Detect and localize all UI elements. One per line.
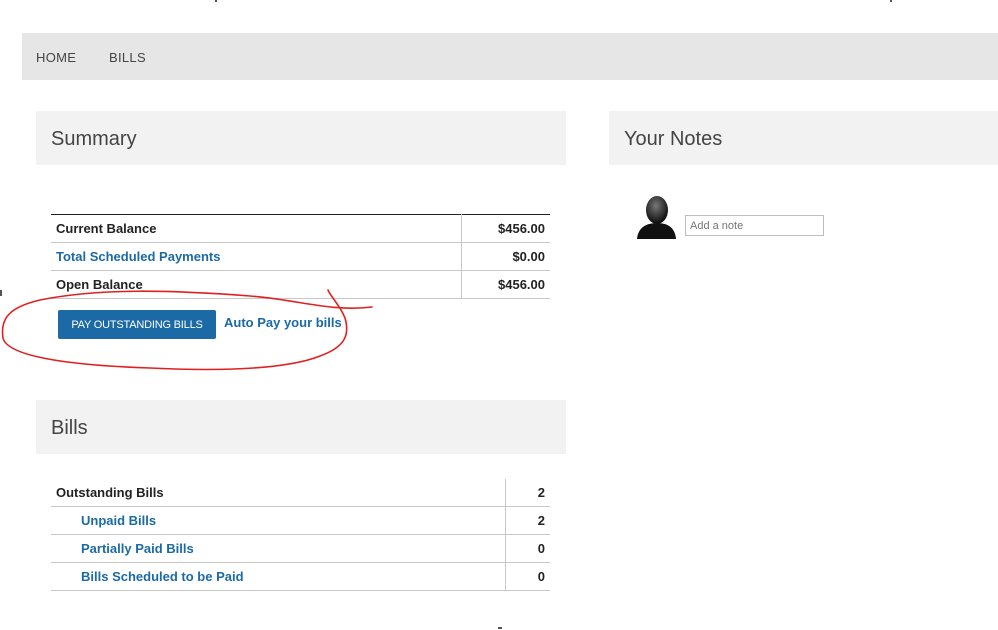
table-row: Outstanding Bills 2 [51,479,550,507]
open-balance-value: $456.00 [461,270,550,299]
table-row: Current Balance $456.00 [51,214,550,243]
add-note-input[interactable] [685,215,824,236]
outstanding-bills-count: 2 [505,479,550,507]
current-balance-label: Current Balance [51,214,462,243]
notes-panel-header: Your Notes [609,111,998,165]
edge-mark [498,627,502,629]
edge-mark [890,0,892,2]
table-row: Unpaid Bills 2 [51,506,550,535]
auto-pay-link[interactable]: Auto Pay your bills [224,315,342,330]
unpaid-bills-link[interactable]: Unpaid Bills [51,506,506,535]
open-balance-label: Open Balance [51,270,462,299]
total-scheduled-payments-link[interactable]: Total Scheduled Payments [51,242,462,271]
partially-paid-bills-link[interactable]: Partially Paid Bills [51,534,506,563]
partially-paid-bills-count: 0 [505,534,550,563]
table-row: Open Balance $456.00 [51,270,550,299]
summary-title: Summary [51,128,137,150]
table-row: Partially Paid Bills 0 [51,534,550,563]
bills-title: Bills [51,417,88,439]
outstanding-bills-label: Outstanding Bills [51,479,506,507]
total-scheduled-payments-value: $0.00 [461,242,550,271]
top-nav-bar: HOME BILLS [22,33,998,80]
nav-home-link[interactable]: HOME [36,50,76,65]
notes-title: Your Notes [624,128,723,150]
edge-mark [0,290,2,296]
bills-scheduled-count: 0 [505,562,550,591]
bills-table: Outstanding Bills 2 Unpaid Bills 2 Parti… [51,479,550,591]
bills-panel-header: Bills [36,400,566,454]
summary-panel-header: Summary [36,111,566,165]
pay-outstanding-bills-button[interactable]: PAY OUTSTANDING BILLS [58,310,216,339]
unpaid-bills-count: 2 [505,506,550,535]
table-row: Bills Scheduled to be Paid 0 [51,562,550,591]
nav-bills-link[interactable]: BILLS [109,50,146,65]
current-balance-value: $456.00 [461,214,550,243]
summary-table: Current Balance $456.00 Total Scheduled … [51,214,550,299]
user-silhouette-icon [637,196,676,239]
edge-mark [215,0,217,2]
bills-scheduled-link[interactable]: Bills Scheduled to be Paid [51,562,506,591]
page: HOME BILLS Summary Current Balance $456.… [0,0,998,630]
table-row: Total Scheduled Payments $0.00 [51,242,550,271]
